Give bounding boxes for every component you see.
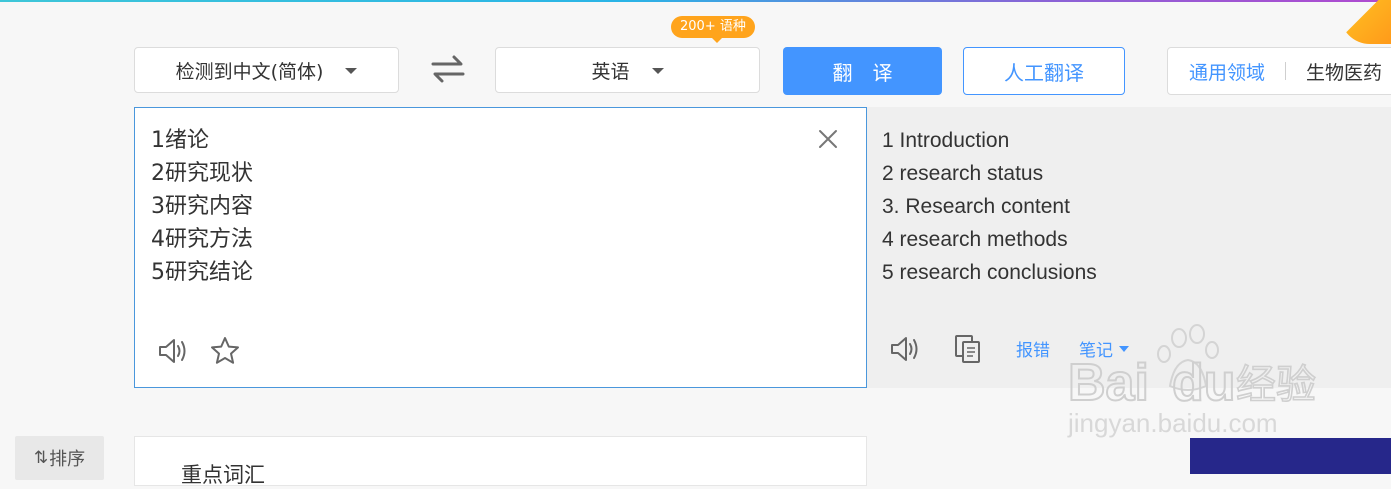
report-error-link[interactable]: 报错 — [1016, 336, 1050, 361]
close-icon[interactable] — [817, 128, 839, 150]
translation-output-panel: 1 Introduction 2 research status 3. Rese… — [867, 107, 1391, 388]
notes-dropdown[interactable]: 笔记 — [1079, 336, 1129, 361]
source-text-input[interactable]: 1绪论 2研究现状 3研究内容 4研究方法 5研究结论 — [151, 124, 253, 289]
watermark-url: jingyan.baidu.com — [1067, 408, 1278, 438]
source-line: 2研究现状 — [151, 161, 253, 186]
source-line: 1绪论 — [151, 128, 209, 153]
chevron-down-icon — [1119, 345, 1129, 352]
sort-icon: ⇅ — [33, 448, 48, 468]
keyword-panel-title: 重点词汇 — [181, 463, 265, 487]
chevron-down-icon — [651, 68, 664, 74]
source-text-panel: 1绪论 2研究现状 3研究内容 4研究方法 5研究结论 — [134, 107, 867, 388]
star-icon[interactable] — [209, 335, 241, 367]
source-line: 3研究内容 — [151, 194, 253, 219]
speaker-icon[interactable] — [889, 334, 921, 364]
top-accent-line — [0, 0, 1391, 2]
target-language-select[interactable]: 英语 — [495, 47, 760, 93]
source-language-label: 检测到中文(简体) — [175, 60, 324, 83]
source-line: 5研究结论 — [151, 260, 253, 285]
source-language-select[interactable]: 检测到中文(简体) — [134, 47, 399, 93]
notes-label: 笔记 — [1079, 341, 1113, 361]
source-line: 4研究方法 — [151, 227, 253, 252]
target-language-label: 英语 — [591, 60, 630, 83]
translation-line: 2 research status — [882, 162, 1044, 185]
sort-label: 排序 — [49, 449, 86, 470]
domain-general-tab[interactable]: 通用领域 — [1189, 58, 1265, 85]
corner-decoration — [1340, 0, 1391, 44]
swap-languages-icon[interactable] — [430, 54, 466, 84]
corner-banner — [1190, 438, 1391, 474]
language-count-badge: 200+ 语种 — [671, 16, 755, 43]
chevron-down-icon — [345, 68, 358, 74]
translation-line: 3. Research content — [882, 195, 1070, 218]
copy-icon[interactable] — [954, 334, 982, 364]
sort-button[interactable]: ⇅ 排序 — [15, 436, 104, 480]
translate-button[interactable]: 翻译 — [783, 47, 942, 95]
translation-line: 4 research methods — [882, 228, 1068, 251]
translation-output-text: 1 Introduction 2 research status 3. Rese… — [882, 124, 1097, 289]
domain-selector: 通用领域 生物医药 — [1167, 47, 1391, 95]
keyword-panel: 重点词汇 — [134, 436, 867, 487]
domain-divider — [1285, 62, 1287, 80]
human-translate-button[interactable]: 人工翻译 — [963, 47, 1125, 95]
translation-line: 5 research conclusions — [882, 261, 1097, 284]
speaker-icon[interactable] — [157, 336, 189, 366]
domain-bio-tab[interactable]: 生物医药 — [1306, 58, 1382, 85]
translation-line: 1 Introduction — [882, 129, 1010, 152]
